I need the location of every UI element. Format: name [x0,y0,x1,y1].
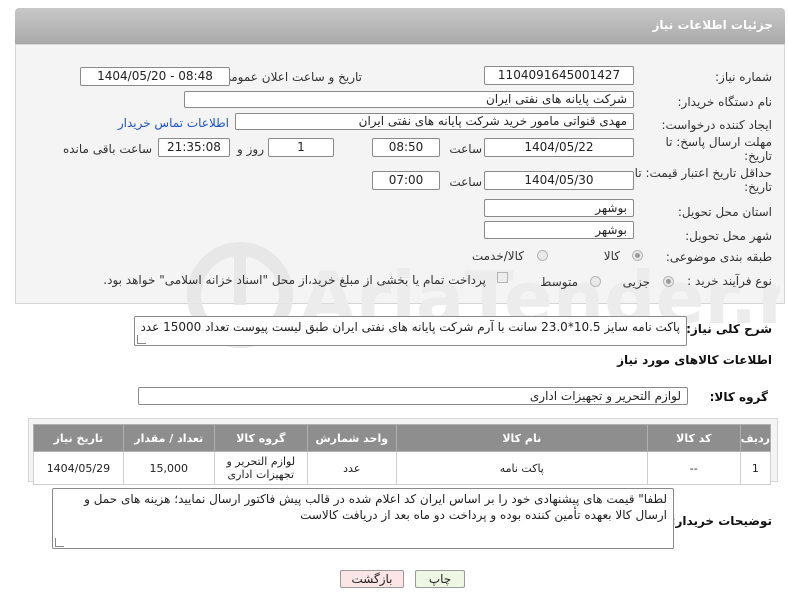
summary-resize-grip[interactable] [137,335,146,344]
col-date: تاریخ نیاز [33,424,124,452]
remaining-time-field: 21:35:08 [158,138,230,157]
category-goods-label: کالا [603,249,620,263]
price-validity-date-field: 1404/05/30 [484,171,634,190]
reply-time-field: 08:50 [372,138,440,157]
table-row: 1 -- پاکت نامه عدد لوازم التحریر و تجهیز… [33,451,772,485]
announce-datetime-label: تاریخ و ساعت اعلان عمومی: [217,70,362,84]
buyer-contact-link[interactable]: اطلاعات تماس خریدار [118,116,229,130]
price-validity-label: حداقل تاریخ اعتبار قیمت: تا تاریخ: [634,166,772,194]
cell-qty: 15,000 [122,451,215,485]
page-title: جزئیات اطلاعات نیاز [652,18,773,32]
summary-label: شرح کلی نیاز: [686,322,772,336]
header-bar: جزئیات اطلاعات نیاز [15,8,785,44]
items-table-header: ردیف کد کالا نام کالا واحد شمارش گروه کا… [33,424,772,452]
col-unit: واحد شمارش [306,424,397,452]
treasury-docs-checkbox[interactable] [497,272,508,283]
back-button[interactable]: بازگشت [340,570,404,588]
buyer-org-label: نام دستگاه خریدار: [677,95,773,109]
reply-days-field: 1 [268,138,334,157]
process-minor-radio[interactable] [663,276,674,287]
reply-time-label: ساعت [449,142,482,156]
print-button[interactable]: چاپ [415,570,465,588]
purchase-process-label: نوع فرآیند خرید : [687,274,772,288]
col-name: نام کالا [395,424,648,452]
delivery-city-label: شهر محل تحویل: [685,229,772,243]
process-medium-label: متوسط [540,275,578,289]
buyer-notes-field: لطفا" قیمت های پیشنهادی خود را بر اساس ا… [52,488,674,549]
cell-group: لوازم التحریر و تجهیزات اداری [213,451,308,485]
requester-label: ایجاد کننده درخواست: [661,118,772,132]
delivery-city-field: بوشهر [484,221,634,239]
requester-field: مهدی قنواتی مامور خرید شرکت پایانه های ن… [235,113,634,130]
col-qty: تعداد / مقدار [122,424,215,452]
cell-date: 1404/05/29 [33,451,124,485]
col-group: گروه کالا [213,424,308,452]
goods-section-title: اطلاعات کالاهای مورد نیاز [617,353,772,367]
delivery-province-label: استان محل تحویل: [677,205,772,219]
treasury-docs-note: پرداخت تمام یا بخشی از مبلغ خرید،از محل … [103,273,486,287]
price-validity-time-label: ساعت [449,175,482,189]
buyer-org-field: شرکت پایانه های نفتی ایران [184,91,634,108]
reply-date-field: 1404/05/22 [484,138,634,157]
process-minor-label: جزیی [622,275,650,289]
buyer-notes-label: توضیحات خریدار: [670,514,772,528]
cell-row: 1 [739,451,772,485]
goods-group-field: لوازم التحریر و تجهیزات اداری [138,387,688,405]
reply-days-label: روز و [237,142,264,156]
category-goods-service-radio[interactable] [537,250,548,261]
price-validity-time-field: 07:00 [372,171,440,190]
category-label: طبقه بندی موضوعی: [665,250,772,264]
goods-group-label: گروه کالا: [709,390,768,404]
reply-deadline-label: مهلت ارسال پاسخ: تا تاریخ: [665,135,772,163]
summary-field: پاکت نامه سایز 10.5*23.0 سانت با آرم شرک… [134,316,687,346]
cell-name: پاکت نامه [395,451,648,485]
cell-unit: عدد [306,451,397,485]
cell-code: -- [646,451,741,485]
announce-datetime-field: 1404/05/20 - 08:48 [80,67,230,86]
col-code: کد کالا [646,424,741,452]
process-medium-radio[interactable] [590,276,601,287]
need-number-label: شماره نیاز: [715,70,772,84]
items-table: ردیف کد کالا نام کالا واحد شمارش گروه کا… [33,424,772,485]
category-goods-radio[interactable] [632,250,643,261]
category-goods-service-label: کالا/خدمت [471,249,524,263]
col-row: ردیف [739,424,772,452]
delivery-province-field: بوشهر [484,199,634,217]
notes-resize-grip[interactable] [55,538,64,547]
remaining-time-label: ساعت باقی مانده [62,142,152,156]
need-number-field: 1104091645001427 [484,66,634,85]
